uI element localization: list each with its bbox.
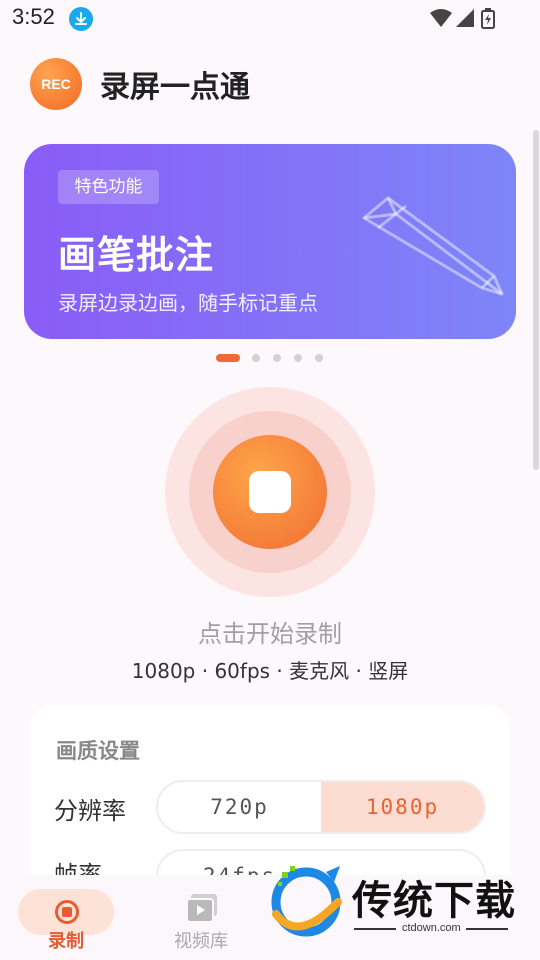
video-library-icon[interactable] (186, 894, 218, 924)
app-logo: REC (30, 58, 82, 110)
nav-label-video-library[interactable]: 视频库 (174, 927, 228, 953)
feature-banner[interactable]: 特色功能 画笔批注 录屏边录边画，随手标记重点 (24, 144, 516, 339)
quality-settings-title: 画质设置 (56, 739, 140, 763)
stop-icon (249, 471, 291, 513)
signal-icon (456, 9, 474, 27)
status-bar: 3:52 (0, 0, 540, 36)
battery-icon (481, 8, 495, 29)
banner-tag: 特色功能 (58, 170, 159, 204)
wifi-icon (430, 9, 452, 27)
resolution-selector: 720p 1080p (156, 780, 486, 834)
app-title: 录屏一点通 (100, 70, 250, 105)
record-hint: 点击开始录制 (198, 620, 342, 648)
watermark-text: 传统下载 (352, 878, 516, 924)
record-config-summary: 1080p · 60fps · 麦克风 · 竖屏 (131, 659, 409, 683)
scrollbar[interactable] (533, 130, 539, 470)
pencil-icon (362, 196, 504, 296)
watermark-divider (466, 928, 508, 930)
banner-subtitle: 录屏边录边画，随手标记重点 (58, 291, 318, 315)
resolution-option-720p[interactable]: 720p (158, 782, 321, 832)
record-icon (55, 900, 79, 924)
watermark-url: ctdown.com (402, 922, 461, 934)
pager-dot[interactable] (252, 354, 260, 362)
status-icons (430, 8, 502, 34)
status-time: 3:52 (12, 4, 55, 29)
pager-dot[interactable] (294, 354, 302, 362)
download-icon (69, 7, 93, 31)
pager-dot[interactable] (216, 354, 240, 362)
watermark-logo (271, 866, 342, 937)
record-button[interactable] (213, 435, 327, 549)
pager-dot[interactable] (315, 354, 323, 362)
watermark-divider (354, 928, 396, 930)
resolution-option-1080p[interactable]: 1080p (321, 782, 484, 832)
nav-label-record[interactable]: 录制 (48, 927, 84, 953)
resolution-label: 分辨率 (54, 797, 126, 825)
pager-dot[interactable] (273, 354, 281, 362)
banner-title: 画笔批注 (58, 233, 215, 277)
